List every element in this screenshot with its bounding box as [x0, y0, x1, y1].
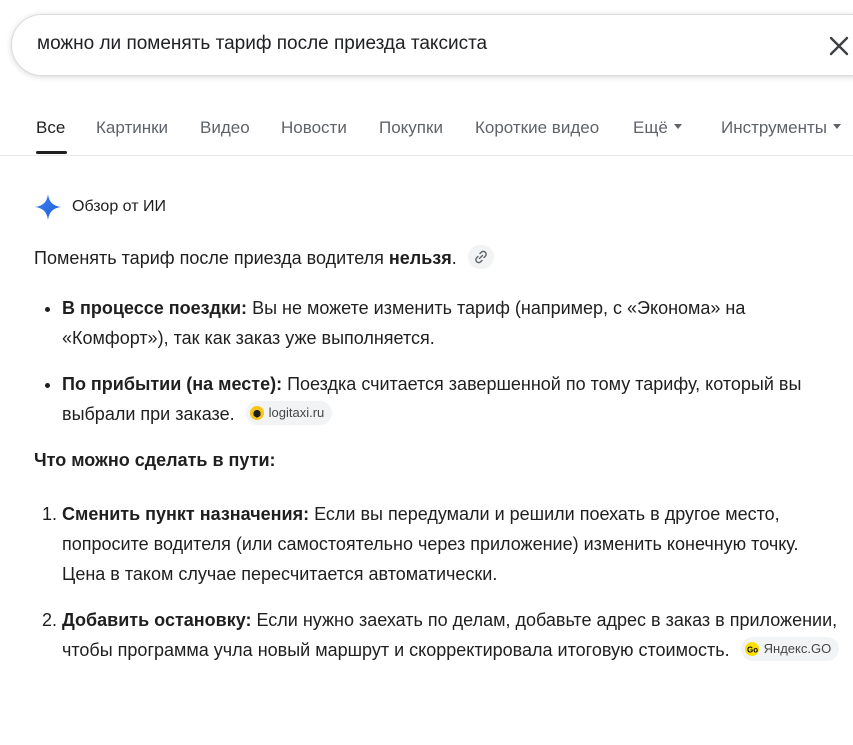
yandex-go-logo-icon: Go	[747, 646, 758, 655]
tab-news[interactable]: Новости	[281, 118, 347, 138]
intro-bold: нельзя	[388, 248, 452, 268]
source-chip-label: logitaxi.ru	[268, 405, 325, 421]
source-chip-yandex-go[interactable]: Go Яндекс.GO	[740, 637, 840, 662]
chevron-down-icon	[833, 124, 842, 130]
bullet-list: В процессе поездки: Вы не можете изменит…	[34, 293, 844, 429]
gemini-sparkle-icon	[35, 194, 61, 220]
list-item: По прибытии (на месте): Поездка считаетс…	[62, 369, 844, 429]
yandex-go-favicon-icon: Go	[744, 642, 759, 657]
close-icon	[829, 36, 849, 56]
step-title: Сменить пункт назначения:	[62, 504, 310, 524]
source-chip-logitaxi[interactable]: logitaxi.ru	[245, 401, 333, 426]
search-input[interactable]: можно ли поменять тариф после приезда та…	[37, 33, 487, 55]
source-link-button[interactable]	[467, 245, 494, 270]
search-tabs: Все Картинки Видео Новости Покупки Корот…	[0, 100, 853, 156]
svg-text:Go: Go	[747, 646, 758, 655]
tab-all[interactable]: Все	[36, 118, 65, 138]
link-icon	[474, 250, 487, 264]
tab-tools[interactable]: Инструменты	[721, 118, 842, 138]
logitaxi-favicon-icon	[249, 406, 264, 421]
tab-video[interactable]: Видео	[200, 118, 250, 138]
list-item: В процессе поездки: Вы не можете изменит…	[62, 293, 844, 353]
tab-more[interactable]: Ещё	[633, 118, 682, 138]
intro-paragraph: Поменять тариф после приезда водителя не…	[34, 243, 844, 273]
bullet-title: В процессе поездки:	[62, 298, 248, 318]
list-item: Добавить остановку: Если нужно заехать п…	[62, 605, 844, 665]
ai-overview-header: Обзор от ИИ	[34, 193, 166, 221]
section-subheading: Что можно сделать в пути:	[34, 450, 276, 470]
active-tab-indicator	[36, 151, 67, 154]
tab-short-videos[interactable]: Короткие видео	[475, 118, 599, 138]
step-title: Добавить остановку:	[62, 610, 252, 630]
clear-search-button[interactable]	[823, 30, 853, 62]
source-chip-label: Яндекс.GO	[763, 641, 832, 657]
chevron-down-icon	[673, 124, 682, 130]
numbered-list: Сменить пункт назначения: Если вы переду…	[34, 499, 844, 665]
ai-overview-content: Поменять тариф после приезда водителя не…	[34, 243, 844, 681]
intro-end: .	[451, 248, 457, 268]
search-box[interactable]: можно ли поменять тариф после приезда та…	[11, 14, 853, 76]
ai-overview-title: Обзор от ИИ	[72, 198, 166, 215]
tab-more-label: Ещё	[633, 118, 668, 137]
intro-text: Поменять тариф после приезда водителя	[34, 248, 389, 268]
tab-tools-label: Инструменты	[721, 118, 828, 137]
bullet-title: По прибытии (на месте):	[62, 374, 283, 394]
list-item: Сменить пункт назначения: Если вы переду…	[62, 499, 844, 589]
tab-shopping[interactable]: Покупки	[379, 118, 443, 138]
tab-images[interactable]: Картинки	[96, 118, 168, 138]
page: можно ли поменять тариф после приезда та…	[0, 0, 853, 745]
